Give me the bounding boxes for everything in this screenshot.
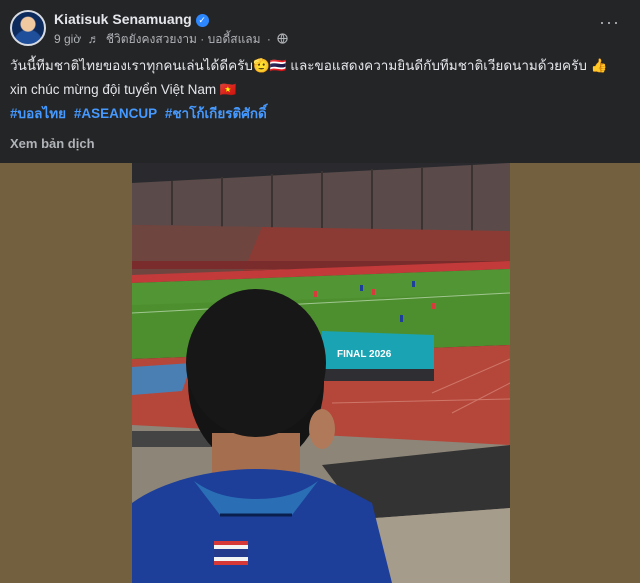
globe-icon[interactable] [277, 33, 288, 44]
hashtag-link[interactable]: #บอลไทย [10, 106, 66, 121]
more-options-button[interactable]: ··· [599, 12, 620, 33]
hashtag-link[interactable]: #ASEANCUP [74, 106, 157, 121]
post-text: วันนี้ทีมชาติไทยของเราทุกคนเล่นได้ดีครับ… [10, 56, 630, 128]
post-header: Kiatisuk Senamuang ✓ 9 giờ ♬ ชีวิตยังคงสว… [10, 8, 630, 48]
photo-banner-text: FINAL 2026 [337, 349, 392, 360]
verified-badge-icon: ✓ [195, 14, 209, 27]
post-song[interactable]: ชีวิตยังคงสวยงาม · บอดี้สแลม [106, 32, 261, 46]
post-time[interactable]: 9 giờ [54, 32, 81, 46]
post-text-line-thai: วันนี้ทีมชาติไทยของเราทุกคนเล่นได้ดีครับ… [10, 58, 608, 73]
audience-separator: · [266, 32, 271, 46]
author-name[interactable]: Kiatisuk Senamuang ✓ [54, 11, 209, 27]
author-name-text[interactable]: Kiatisuk Senamuang [54, 11, 192, 27]
post-hashtags: #บอลไทย #ASEANCUP #ชาโก้เกียรติศักดิ์ [10, 104, 630, 128]
see-translation-link[interactable]: Xem bản dịch [10, 136, 95, 151]
author-avatar[interactable] [10, 10, 46, 46]
music-note-icon: ♬ [87, 32, 100, 46]
facebook-post: Kiatisuk Senamuang ✓ 9 giờ ♬ ชีวิตยังคงสว… [0, 0, 640, 583]
hashtag-link[interactable]: #ชาโก้เกียรติศักดิ์ [165, 106, 267, 121]
post-photo[interactable]: FINAL 2026 [132, 163, 510, 583]
post-text-line-vietnamese: xin chúc mừng đội tuyển Việt Nam 🇻🇳 [10, 82, 237, 97]
post-meta: 9 giờ ♬ ชีวิตยังคงสวยงาม · บอดี้สแลม · [54, 30, 288, 49]
stadium-photo-illustration: FINAL 2026 [132, 163, 510, 583]
